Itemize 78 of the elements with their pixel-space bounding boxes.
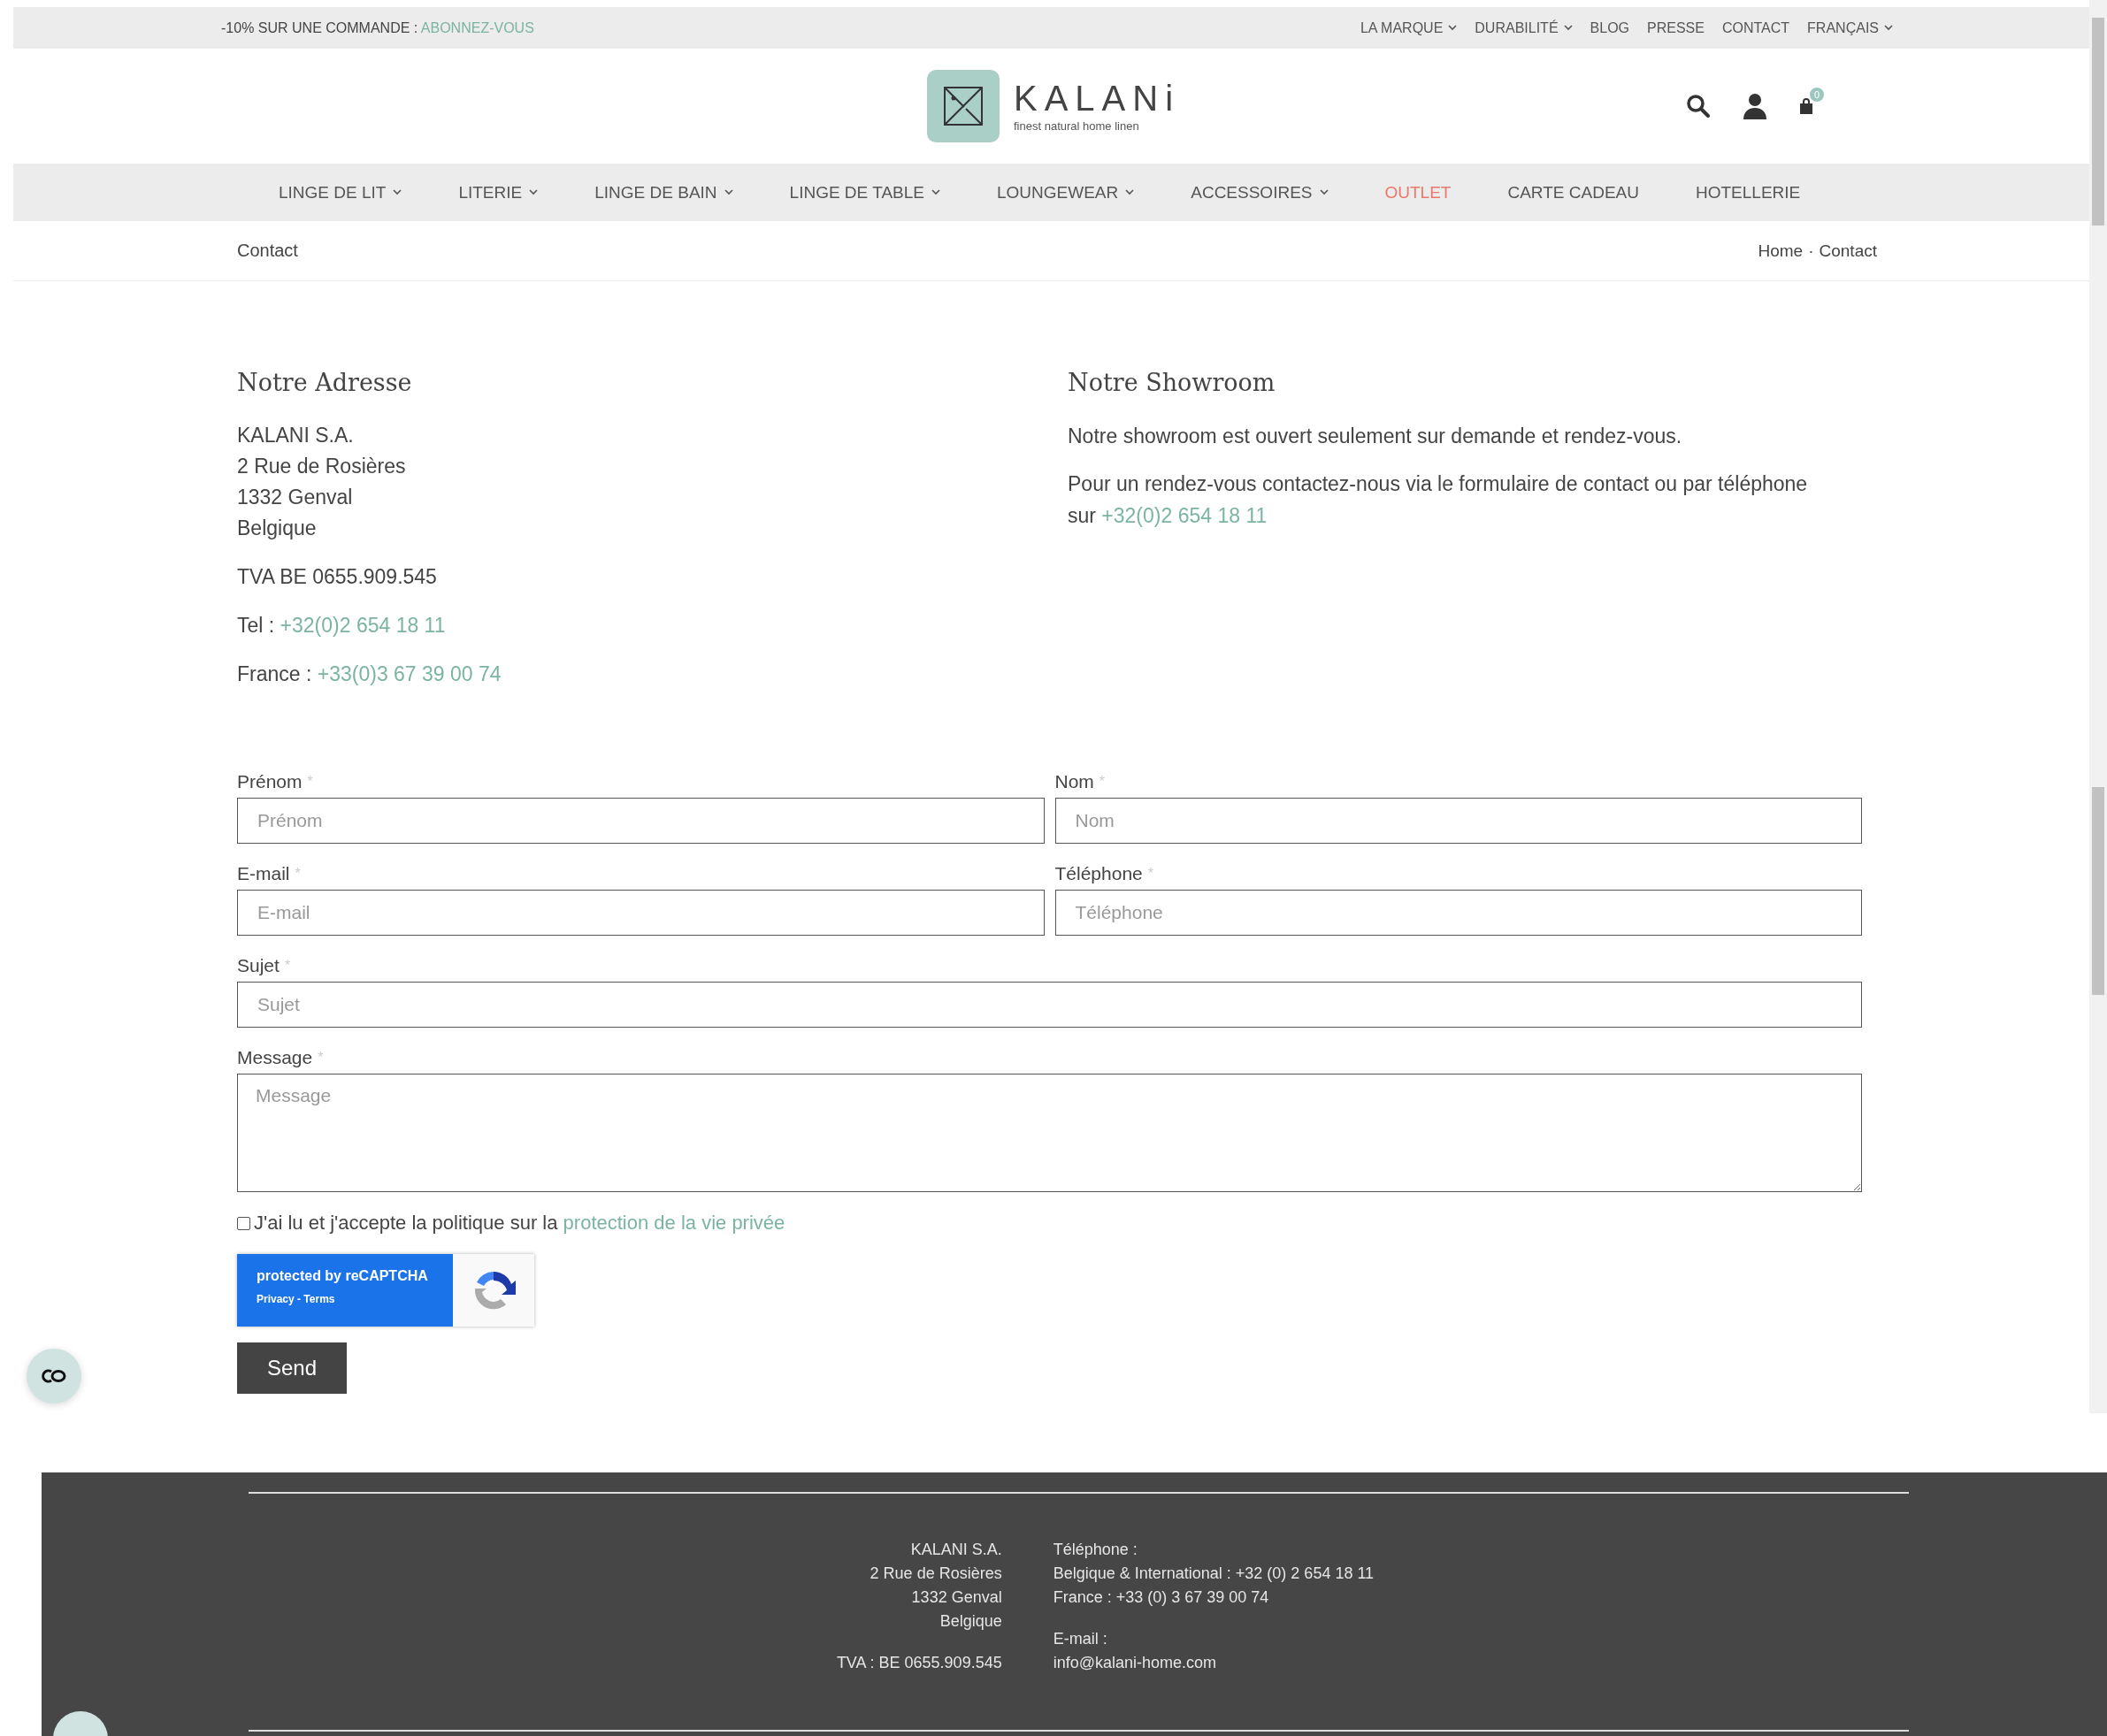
consent-checkbox[interactable] (237, 1216, 250, 1230)
phone-line: France : +33(0)3 67 39 00 74 (237, 662, 502, 687)
cart-count: 0 (1810, 88, 1824, 102)
nav-item[interactable]: HOTELLERIE (1695, 182, 1801, 203)
showroom-paragraph: Notre showroom est ouvert seulement sur demande et rendez-vous. (1068, 424, 1683, 449)
account-button[interactable] (1743, 93, 1767, 119)
page-title: Contact (237, 241, 298, 261)
footer-phone: Belgique & International : +32 (0) 2 654 18 11 (1053, 1564, 1375, 1584)
logo-icon (927, 70, 1000, 142)
user-icon (1743, 93, 1767, 119)
recaptcha-links[interactable]: Privacy - Terms (257, 1293, 453, 1305)
field-label: Message * (237, 1046, 325, 1069)
chat-button[interactable] (27, 1349, 81, 1403)
address-line: Belgique (237, 516, 318, 541)
top-link[interactable]: BLOG (1590, 19, 1630, 36)
phone-line: Tel : +32(0)2 654 18 11 (237, 613, 447, 639)
footer-address-line: 1332 Genval (910, 1587, 1002, 1608)
input-field[interactable]: Nom (1054, 798, 1862, 844)
input-field[interactable]: Sujet (237, 982, 1862, 1028)
chevron-down-icon (529, 189, 539, 195)
vat-number: TVA BE 0655.909.545 (237, 564, 438, 590)
bag-icon (1799, 98, 1813, 114)
consent-text: J'ai lu et j'accepte la politique sur la protection de la vie privée (254, 1212, 785, 1235)
field-label: Sujet * (237, 954, 292, 977)
send-button[interactable]: Send (237, 1342, 347, 1394)
footer-address-line: 2 Rue de Rosières (869, 1564, 1002, 1584)
chevron-down-icon (393, 189, 402, 195)
footer-address-line: KALANI S.A. (909, 1540, 1002, 1560)
nav-item[interactable]: LINGE DE BAIN (594, 182, 733, 203)
breadcrumb-link[interactable]: Home (1758, 241, 1804, 261)
chevron-down-icon (931, 189, 940, 195)
logo-tagline: finest natural home linen (1014, 119, 1140, 133)
top-link[interactable]: LA MARQUE (1360, 19, 1458, 36)
logo-wordmark: KALANi (1014, 80, 1181, 116)
chevron-down-icon (1448, 25, 1458, 31)
footer-address-line: Belgique (939, 1611, 1002, 1632)
top-link[interactable]: FRANÇAIS (1807, 19, 1893, 36)
chevron-down-icon (1563, 25, 1573, 31)
top-link[interactable]: PRESSE (1647, 19, 1705, 36)
search-icon (1686, 94, 1711, 119)
address-line: KALANI S.A. (237, 423, 355, 448)
footer-heading: Téléphone : (1053, 1540, 1138, 1560)
search-button[interactable] (1686, 94, 1711, 119)
nav-item[interactable]: ACCESSOIRES (1191, 182, 1329, 203)
scrollbar[interactable] (2089, 0, 2107, 1413)
input-field[interactable]: E-mail (237, 890, 1045, 936)
chevron-down-icon (1125, 189, 1135, 195)
field-label: Nom * (1054, 770, 1107, 793)
recaptcha-title: protected by reCAPTCHA (257, 1268, 429, 1284)
address-line: 2 Rue de Rosières (237, 454, 407, 479)
footer-email[interactable]: info@kalani-home.com (1053, 1651, 1375, 1675)
nav-item[interactable]: LINGE DE TABLE (789, 182, 940, 203)
promo-text: -10% SUR UNE COMMANDE : ABONNEZ-VOUS (221, 19, 534, 36)
top-link[interactable]: DURABILITÉ (1475, 19, 1573, 36)
section-heading: Notre Adresse (237, 368, 413, 398)
top-link[interactable]: CONTACT (1721, 19, 1790, 36)
showroom-paragraph: Pour un rendez-vous contactez-nous via le formulaire de contact ou par téléphone sur +32(0)2 654 18 11 (1068, 471, 1809, 529)
input-field[interactable]: Téléphone (1054, 890, 1862, 936)
field-label: E-mail * (237, 862, 302, 885)
address-line: 1332 Genval (237, 485, 354, 510)
chain-icon (41, 1369, 67, 1383)
breadcrumb-link[interactable]: Contact (1819, 241, 1877, 261)
nav-item[interactable]: CARTE CADEAU (1507, 182, 1639, 203)
footer-heading: E-mail : (1053, 1629, 1108, 1649)
input-field[interactable]: Prénom (237, 798, 1045, 844)
nav-item[interactable]: LINGE DE LIT (279, 182, 402, 203)
chevron-down-icon (1319, 189, 1329, 195)
message-field[interactable]: Message (237, 1074, 1862, 1192)
field-label: Prénom * (237, 770, 314, 793)
nav-item[interactable]: LOUNGEWEAR (997, 182, 1135, 203)
section-heading: Notre Showroom (1068, 368, 1276, 398)
nav-item[interactable]: LITERIE (458, 182, 539, 203)
field-label: Téléphone * (1054, 862, 1154, 885)
footer-vat: TVA : BE 0655.909.545 (836, 1653, 1002, 1673)
breadcrumb-separator: · (1808, 241, 1814, 261)
chevron-down-icon (724, 189, 733, 195)
chevron-down-icon (1884, 25, 1893, 31)
footer-phone: France : +33 (0) 3 67 39 00 74 (1053, 1587, 1270, 1608)
